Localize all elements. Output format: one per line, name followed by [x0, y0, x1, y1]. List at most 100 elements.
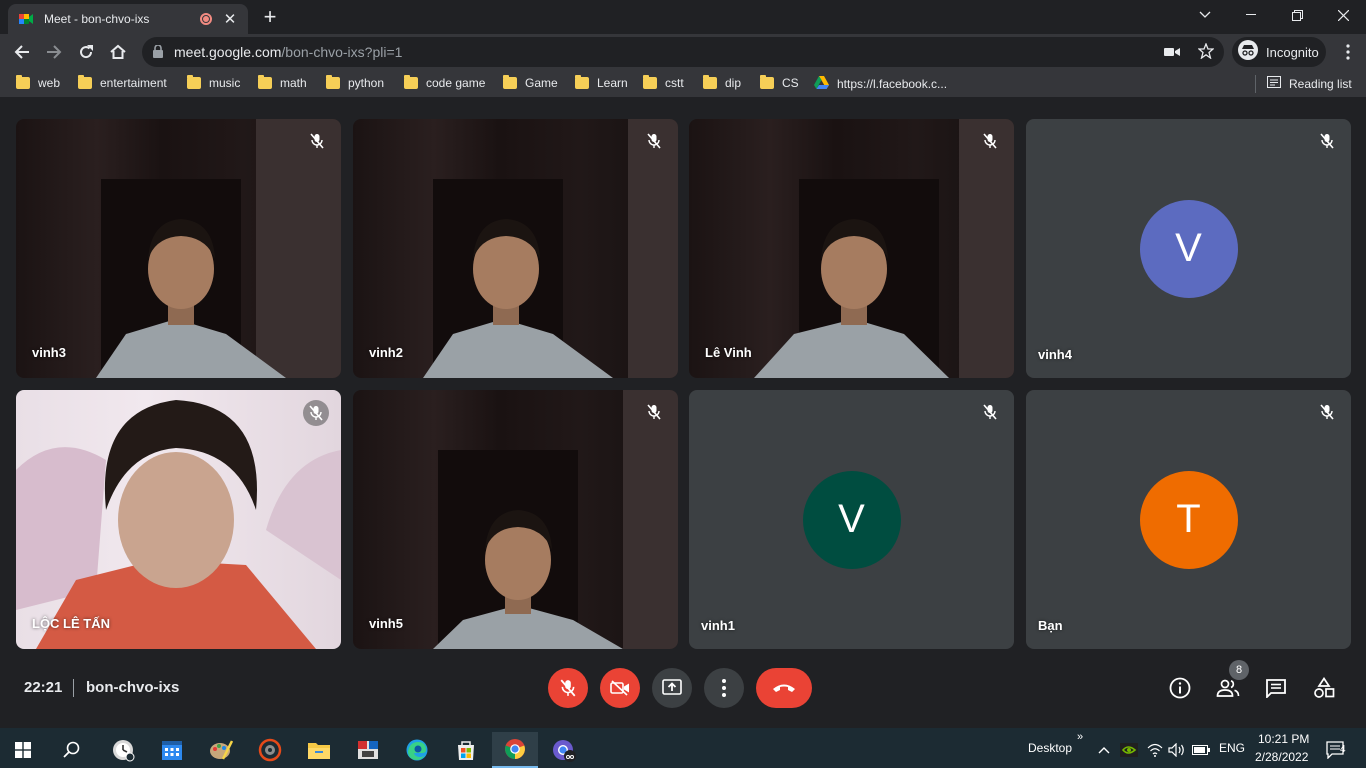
bookmark-game[interactable]: Game — [503, 75, 558, 90]
muted-mic-icon — [1315, 129, 1339, 153]
folder-icon — [503, 75, 517, 89]
bookmark-code-game[interactable]: code game — [404, 75, 485, 90]
bookmark-dip[interactable]: dip — [703, 75, 741, 90]
bookmark-star-icon[interactable] — [1197, 42, 1215, 64]
calendar-app-icon[interactable] — [149, 732, 195, 768]
mic-off-icon — [560, 679, 576, 697]
microsoft-store-app-icon[interactable] — [443, 732, 489, 768]
tab-close-icon[interactable]: ✕ — [222, 10, 238, 28]
bookmark-facebook-link[interactable]: https://l.facebook.c... — [814, 76, 947, 92]
address-bar[interactable]: meet.google.com/bon-chvo-ixs?pli=1 — [142, 37, 1224, 67]
participant-video — [96, 119, 341, 378]
activities-icon — [1314, 677, 1335, 698]
nvidia-tray-icon[interactable] — [1117, 732, 1141, 768]
reading-list-button[interactable]: Reading list — [1267, 76, 1352, 91]
bookmarks-bar: web entertaiment music math python code … — [0, 70, 1366, 98]
close-window-button[interactable] — [1320, 0, 1366, 30]
forward-button[interactable] — [42, 40, 66, 64]
participant-video — [423, 119, 678, 378]
volume-icon[interactable] — [1165, 732, 1189, 768]
bookmark-web[interactable]: web — [16, 75, 60, 90]
new-tab-button[interactable]: + — [258, 6, 282, 28]
browser-tab[interactable]: Meet - bon-chvo-ixs ✕ — [8, 4, 248, 34]
toggle-microphone-button[interactable] — [548, 668, 588, 708]
browser-toolbar: meet.google.com/bon-chvo-ixs?pli=1 Incog… — [0, 34, 1366, 70]
participant-tile[interactable]: vinh2 — [353, 119, 678, 378]
wifi-icon[interactable] — [1143, 732, 1167, 768]
muted-mic-icon — [642, 129, 666, 153]
participant-tile[interactable]: V vinh4 — [1026, 119, 1351, 378]
restore-button[interactable] — [1274, 0, 1320, 30]
search-button[interactable] — [49, 732, 95, 768]
participant-avatar: V — [802, 470, 901, 569]
muted-mic-icon — [642, 400, 666, 424]
battery-icon[interactable] — [1189, 732, 1213, 768]
participant-video — [433, 390, 678, 649]
more-options-button[interactable] — [704, 668, 744, 708]
taskbar-date[interactable]: 2/28/2022 — [1255, 750, 1308, 764]
participant-tile[interactable]: vinh5 — [353, 390, 678, 649]
tab-search-icon[interactable] — [1182, 0, 1228, 30]
home-button[interactable] — [106, 40, 130, 64]
incognito-profile-button[interactable]: Incognito — [1232, 37, 1326, 67]
notification-center-button[interactable]: 4 — [1318, 732, 1354, 768]
reload-button[interactable] — [74, 40, 98, 64]
participant-video — [754, 119, 1014, 378]
start-button[interactable] — [0, 732, 46, 768]
paint-app-icon[interactable] — [198, 732, 244, 768]
url-text: meet.google.com/bon-chvo-ixs?pli=1 — [174, 44, 403, 60]
leave-call-button[interactable] — [756, 668, 812, 708]
participant-tile[interactable]: vinh3 — [16, 119, 341, 378]
edge-browser-app-icon[interactable] — [394, 732, 440, 768]
chat-button[interactable] — [1264, 676, 1288, 700]
present-screen-button[interactable] — [652, 668, 692, 708]
file-explorer-app-icon[interactable] — [296, 732, 342, 768]
media-player-app-icon[interactable] — [247, 732, 293, 768]
desktop-toolbar-label[interactable]: Desktop — [1028, 741, 1072, 755]
muted-mic-icon — [978, 129, 1002, 153]
browser-menu-icon[interactable] — [1336, 40, 1360, 64]
toggle-camera-button[interactable] — [600, 668, 640, 708]
bookmark-entertaiment[interactable]: entertaiment — [78, 75, 167, 90]
minimize-button[interactable] — [1228, 0, 1274, 30]
chat-icon — [1266, 679, 1286, 698]
participant-tile[interactable]: V vinh1 — [689, 390, 1014, 649]
lock-icon[interactable] — [153, 44, 163, 63]
folder-icon — [187, 75, 201, 89]
chrome-incognito-app-icon[interactable] — [541, 732, 587, 768]
chrome-app-icon[interactable] — [492, 732, 538, 768]
show-hidden-icons-button[interactable] — [1090, 732, 1118, 768]
meeting-time: 22:21 — [24, 679, 63, 696]
activities-button[interactable] — [1312, 676, 1336, 700]
bookmark-python[interactable]: python — [326, 75, 384, 90]
camera-off-icon — [610, 680, 629, 696]
info-icon — [1169, 677, 1191, 699]
meeting-details-button[interactable] — [1168, 676, 1192, 700]
bookmark-music[interactable]: music — [187, 75, 240, 90]
back-button[interactable] — [10, 40, 34, 64]
bookmark-cs[interactable]: CS — [760, 75, 799, 90]
notification-count: 4 — [1340, 744, 1346, 755]
taskbar-time[interactable]: 10:21 PM — [1258, 732, 1309, 746]
incognito-icon — [1238, 39, 1258, 65]
bookmark-math[interactable]: math — [258, 75, 307, 90]
bookmark-learn[interactable]: Learn — [575, 75, 628, 90]
camera-permission-icon[interactable] — [1164, 45, 1180, 63]
participant-tile[interactable]: LỘC LÊ TẤN — [16, 390, 341, 649]
clock-app-icon[interactable] — [100, 732, 146, 768]
incognito-label: Incognito — [1266, 44, 1319, 60]
folder-icon — [16, 75, 30, 89]
chevron-up-icon — [1098, 747, 1110, 754]
participant-tile[interactable]: Lê Vinh — [689, 119, 1014, 378]
bookmark-cstt[interactable]: cstt — [643, 75, 684, 90]
folder-icon — [78, 75, 92, 89]
snipping-tool-app-icon[interactable] — [345, 732, 391, 768]
windows-logo-icon — [15, 742, 31, 758]
toolbar-expand-icon[interactable]: » — [1077, 731, 1083, 743]
participant-tile-self[interactable]: T Bạn — [1026, 390, 1351, 649]
meet-video-grid: vinh3 vinh2 Lê Vinh V vinh4 LỘC LÊ TẤN v… — [0, 98, 1366, 728]
participant-name: Lê Vinh — [705, 345, 752, 360]
participant-avatar: T — [1139, 470, 1238, 569]
participant-name: vinh3 — [32, 345, 66, 360]
language-indicator[interactable]: ENG — [1219, 741, 1245, 755]
